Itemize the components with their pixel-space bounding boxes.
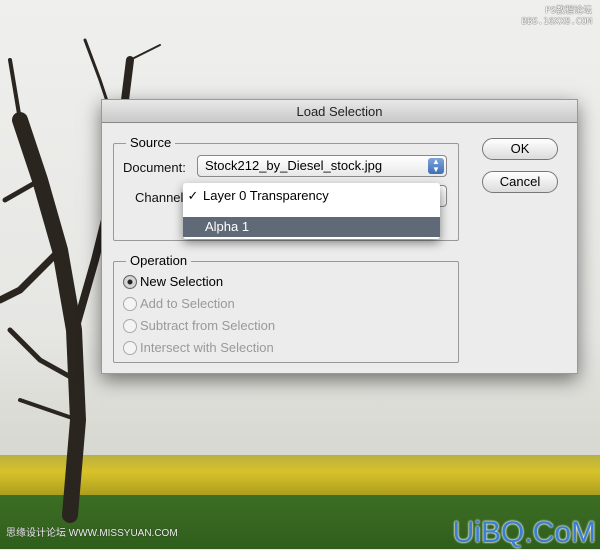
radio-new-selection[interactable]: New Selection [123,274,223,289]
radio-add-to-selection[interactable]: Add to Selection [123,296,235,311]
document-label: Document: [123,160,186,175]
watermark-text: BBS.16XX8.COM [521,17,592,27]
document-value: Stock212_by_Diesel_stock.jpg [205,158,383,173]
watermark-logo: UiBQ.CoM [452,516,596,549]
watermark-bottom-left: 思缘设计论坛 WWW.MISSYUAN.COM [6,528,178,539]
document-select[interactable]: Stock212_by_Diesel_stock.jpg ▲ ▼ [197,155,447,177]
radio-icon [123,296,137,311]
watermark-top: PS教程论坛 BBS.16XX8.COM [522,6,592,28]
radio-icon [123,318,137,333]
radio-subtract-from-selection[interactable]: Subtract from Selection [123,318,275,333]
watermark-text: PS教程论坛 [545,6,592,16]
cancel-button[interactable]: Cancel [482,171,558,193]
radio-selected-icon [123,274,137,289]
radio-label: Intersect with Selection [140,340,274,355]
menu-item-label: Layer 0 Transparency [203,188,329,203]
source-legend: Source [126,135,176,150]
menu-item-alpha-1[interactable]: Alpha 1 [183,217,440,237]
stepper-arrows-icon: ▲ ▼ [428,158,444,174]
radio-icon [123,340,137,355]
menu-item-layer-0-transparency[interactable]: ✓ Layer 0 Transparency [183,186,440,206]
operation-group: Operation New Selection Add to Selection… [113,253,459,363]
checkmark-icon: ✓ [187,188,199,203]
radio-label: Subtract from Selection [140,318,276,333]
ok-button[interactable]: OK [482,138,558,160]
radio-label: New Selection [140,274,224,289]
radio-label: Add to Selection [140,296,235,311]
menu-item-label: Alpha 1 [205,219,250,234]
operation-legend: Operation [126,253,192,268]
channel-label: Channel: [135,190,188,205]
channel-dropdown-menu: ✓ Layer 0 Transparency Alpha 1 [183,183,440,239]
radio-intersect-with-selection[interactable]: Intersect with Selection [123,340,274,355]
dialog-title: Load Selection [102,100,577,123]
